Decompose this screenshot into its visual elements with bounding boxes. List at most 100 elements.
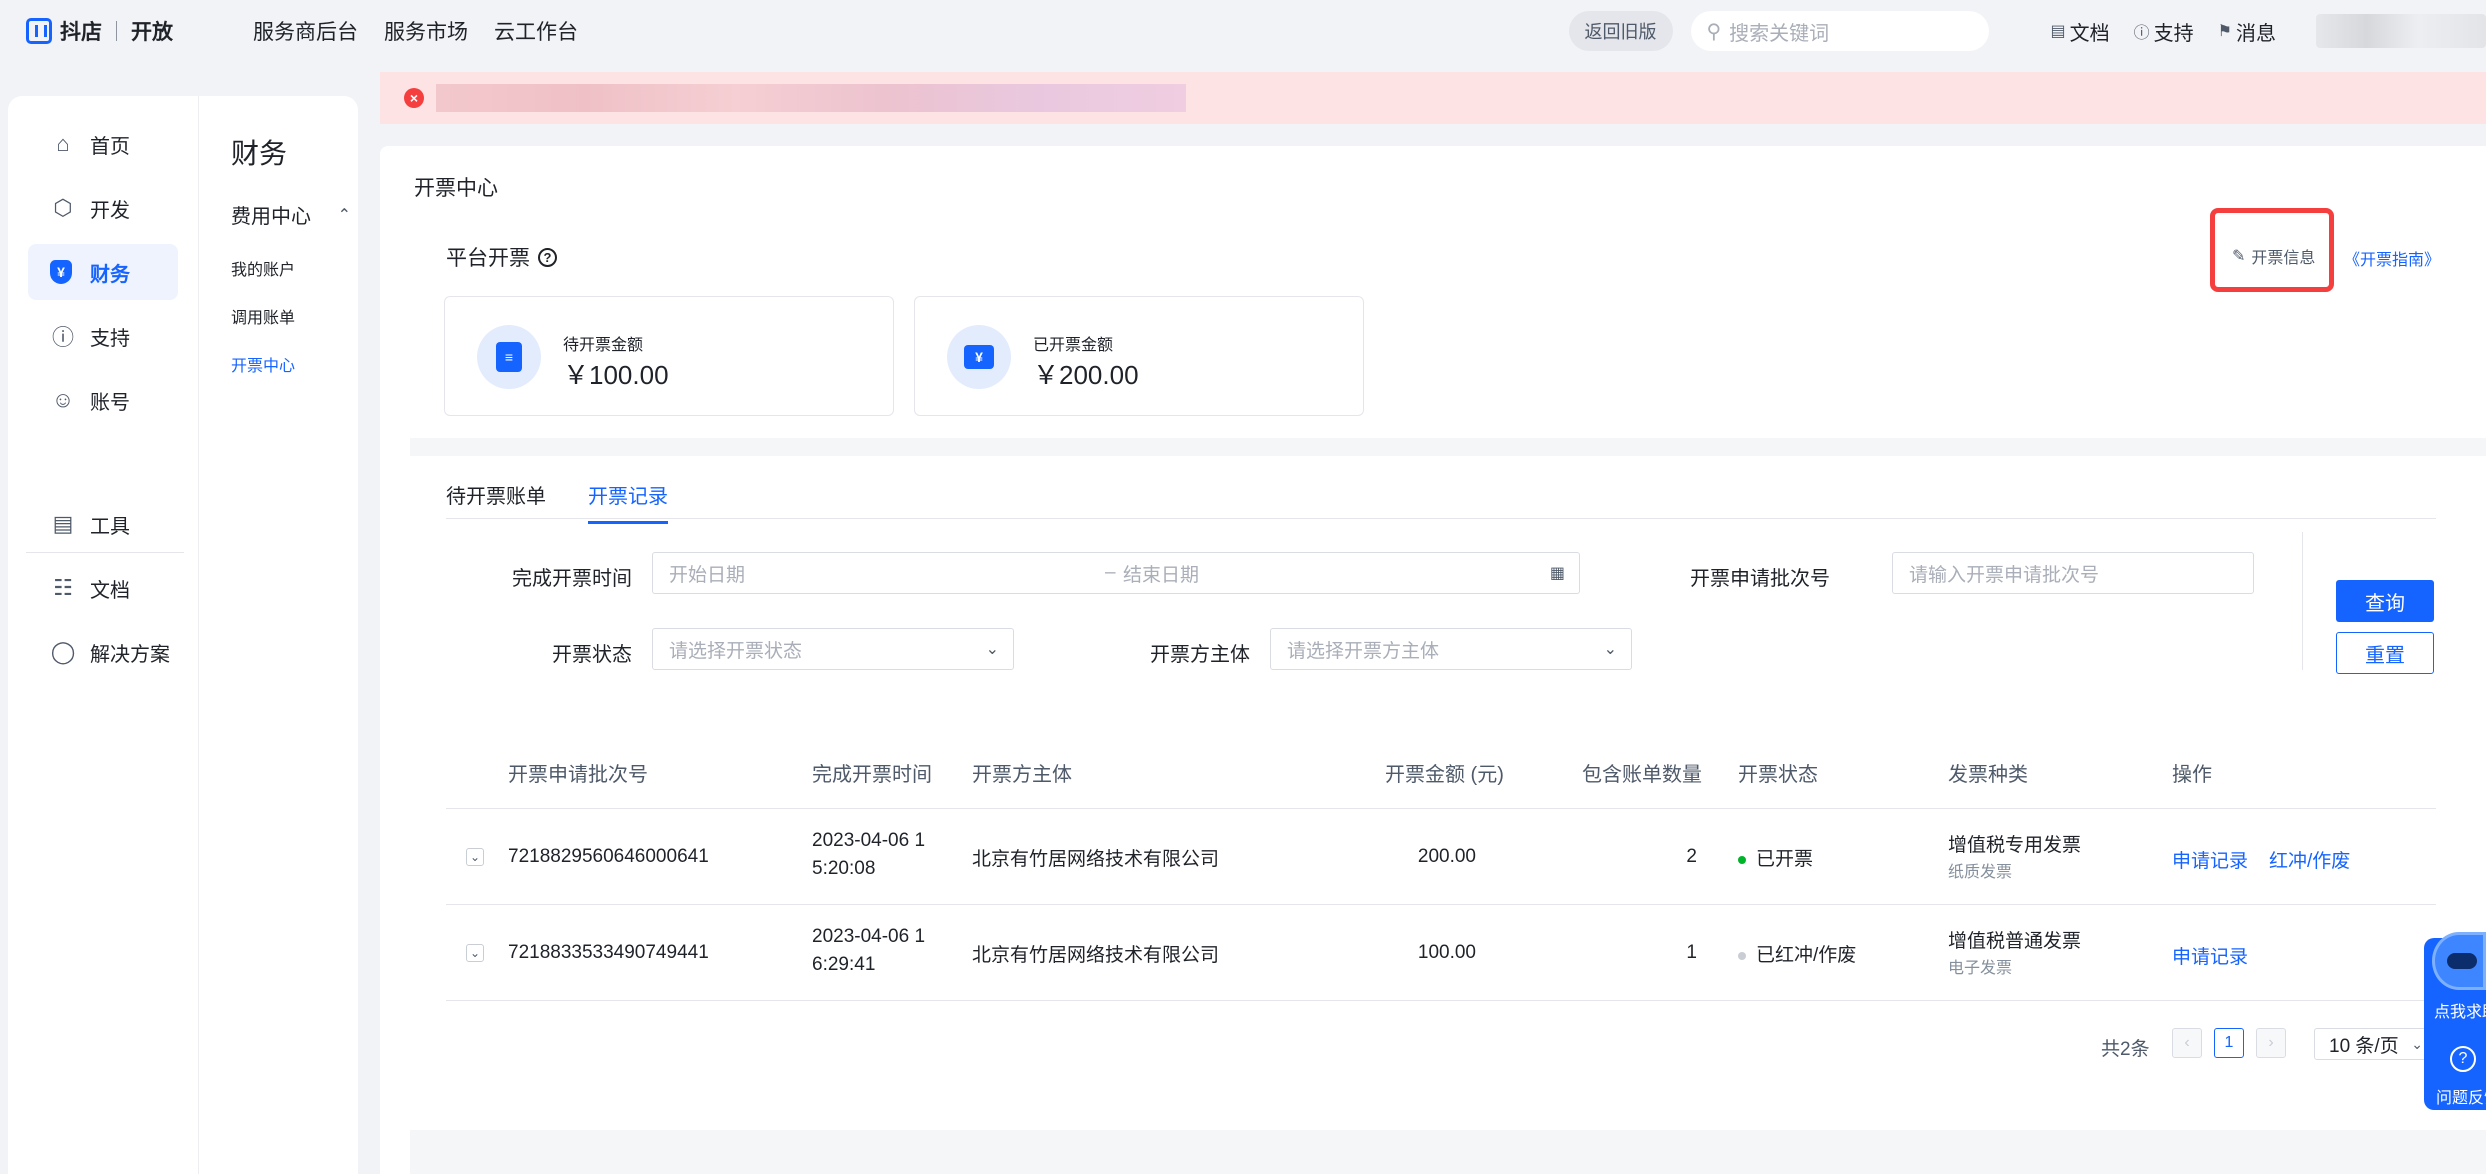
subnav-title: 财务	[231, 138, 288, 169]
section-title: 平台开票 ?	[446, 242, 557, 272]
prev-page-button[interactable]: ‹	[2172, 1028, 2202, 1058]
question-icon[interactable]: ?	[2450, 1046, 2476, 1072]
status-text: 已红冲/作废	[1756, 945, 1857, 966]
status-badge: 已红冲/作废	[1738, 940, 1856, 967]
old-version-button[interactable]: 返回旧版	[1568, 11, 1673, 51]
invoice-kind-sub: 纸质发票	[1948, 864, 2013, 881]
sidebar-item-support[interactable]: ⓘ 支持	[28, 308, 178, 364]
date-range-picker[interactable]: 开始日期 – 结束日期 ▦	[652, 552, 1580, 594]
search-icon: ⚲	[1706, 20, 1722, 43]
column-header-batch: 开票申请批次号	[508, 764, 648, 786]
page-size-select[interactable]: 10 条/页 ⌄	[2314, 1028, 2432, 1060]
brand-name: 抖店	[60, 21, 102, 44]
reset-button[interactable]: 重置	[2336, 632, 2434, 674]
brand[interactable]: 抖店 开放	[26, 16, 173, 46]
support-link[interactable]: ⓘ 支持	[2134, 17, 2194, 46]
table-row-divider	[446, 904, 2436, 905]
help-icon[interactable]: ?	[538, 247, 557, 267]
subnav-item-call-bill[interactable]: 调用账单	[231, 304, 295, 328]
bill-count: 2	[1686, 846, 1697, 867]
stat-value: ￥100.00	[563, 360, 669, 390]
page-number-button[interactable]: 1	[2214, 1028, 2244, 1058]
subnav-group-fee-center[interactable]: 费用中心 ⌃	[231, 200, 351, 229]
invoice-info-link[interactable]: ✎ 开票信息	[2232, 244, 2315, 268]
bill-icon: ≡	[477, 325, 541, 389]
error-alert: ×	[380, 72, 2486, 124]
messages-link[interactable]: ⚑ 消息	[2218, 17, 2276, 46]
top-menu-item-cloud-workbench[interactable]: 云工作台	[494, 16, 578, 46]
table-row-divider	[446, 1000, 2436, 1001]
chevron-up-icon: ⌃	[337, 206, 351, 224]
batch-number: 7218833533490749441	[508, 942, 709, 963]
wallet-icon: ¥	[947, 325, 1011, 389]
column-header-amount: 开票金额 (元)	[1385, 764, 1504, 786]
info-icon: ⓘ	[51, 325, 74, 350]
page-size-label: 10 条/页	[2329, 1035, 2399, 1057]
primary-sidebar: ⌂ 首页 ⬡ 开发 ¥ 财务 ⓘ 支持 ☺ 账号 ▤ 工具 ☷ 文档 ◯ 解决方…	[8, 96, 198, 1174]
subnav-item-invoice-center[interactable]: 开票中心	[231, 352, 295, 376]
issuer-entity: 北京有竹居网络技术有限公司	[972, 945, 1220, 966]
feedback-label[interactable]: 问题反馈	[2436, 1084, 2486, 1108]
sidebar-item-tools[interactable]: ▤ 工具	[28, 496, 178, 552]
chevron-down-icon: ⌄	[985, 641, 999, 658]
top-menu-item-service-market[interactable]: 服务市场	[384, 16, 468, 46]
query-button[interactable]: 查询	[2336, 580, 2434, 622]
sidebar-item-account[interactable]: ☺ 账号	[28, 372, 178, 428]
sidebar-item-home[interactable]: ⌂ 首页	[28, 116, 178, 172]
column-header-status: 开票状态	[1738, 764, 1818, 786]
issued-amount-card: ¥ 已开票金额 ￥200.00	[914, 296, 1364, 416]
stat-label: 待开票金额	[563, 337, 644, 354]
batch-number-input[interactable]: 请输入开票申请批次号	[1892, 552, 2254, 594]
bell-icon: ⚑	[2217, 23, 2232, 40]
sidebar-divider	[26, 552, 184, 553]
search-input[interactable]: ⚲ 搜索关键词	[1690, 11, 1989, 51]
column-header-entity: 开票方主体	[972, 764, 1072, 786]
expand-row-button[interactable]: ⌄	[466, 944, 484, 962]
support-link-label: 支持	[2153, 22, 2194, 45]
brand-separator	[116, 21, 117, 41]
invoice-guide-link[interactable]: 《开票指南》	[2344, 246, 2440, 270]
page-title: 开票中心	[414, 177, 498, 200]
complete-time: 2023-04-06 1	[812, 926, 926, 947]
status-dot	[1738, 951, 1746, 960]
sidebar-item-develop[interactable]: ⬡ 开发	[28, 180, 178, 236]
column-header-kind: 发票种类	[1948, 764, 2028, 786]
top-menu-item-service-backend[interactable]: 服务商后台	[253, 16, 358, 46]
user-avatar-blurred[interactable]	[2316, 14, 2486, 48]
filter-divider	[2302, 532, 2303, 670]
messages-link-label: 消息	[2236, 22, 2276, 45]
invoice-info-label: 开票信息	[2251, 250, 2316, 267]
top-links: ▤ 文档 ⓘ 支持 ⚑ 消息	[2051, 17, 2276, 46]
robot-icon[interactable]	[2432, 932, 2486, 990]
next-page-button[interactable]: ›	[2256, 1028, 2286, 1058]
application-record-link[interactable]: 申请记录	[2172, 942, 2248, 969]
docs-link[interactable]: ▤ 文档	[2051, 17, 2110, 46]
sidebar-item-label: 工具	[90, 515, 130, 538]
sidebar-item-finance[interactable]: ¥ 财务	[28, 244, 178, 300]
application-record-link[interactable]: 申请记录	[2172, 846, 2248, 873]
range-separator: –	[1105, 562, 1116, 583]
status-badge: 已开票	[1738, 844, 1813, 871]
status-text: 已开票	[1756, 849, 1814, 870]
subnav-item-my-account[interactable]: 我的账户	[231, 256, 295, 280]
ask-help-label[interactable]: 点我求助	[2434, 998, 2486, 1022]
entity-select[interactable]: 请选择开票方主体 ⌄	[1270, 628, 1632, 670]
status-filter-label: 开票状态	[552, 644, 632, 666]
chevron-down-icon: ⌄	[1603, 641, 1617, 658]
expand-row-button[interactable]: ⌄	[466, 848, 484, 866]
sidebar-item-solutions[interactable]: ◯ 解决方案	[28, 624, 178, 680]
document-icon: ▤	[2050, 23, 2066, 40]
edit-icon: ✎	[2232, 248, 2246, 265]
secondary-sidebar: 财务 费用中心 ⌃ 我的账户 调用账单 开票中心	[198, 96, 358, 1174]
red-cancel-link[interactable]: 红冲/作废	[2269, 846, 2350, 873]
column-header-count: 包含账单数量	[1582, 764, 1702, 786]
error-close-icon[interactable]: ×	[404, 88, 424, 108]
sidebar-item-label: 首页	[90, 135, 130, 158]
invoice-kind: 增值税普通发票	[1948, 931, 2082, 952]
end-date-placeholder: 结束日期	[1123, 564, 1200, 586]
sidebar-item-docs[interactable]: ☷ 文档	[28, 560, 178, 616]
stat-value: ￥200.00	[1033, 360, 1139, 390]
batch-number: 7218829560646000641	[508, 846, 709, 867]
toolbox-icon: ▤	[52, 511, 74, 536]
status-select[interactable]: 请选择开票状态 ⌄	[652, 628, 1014, 670]
